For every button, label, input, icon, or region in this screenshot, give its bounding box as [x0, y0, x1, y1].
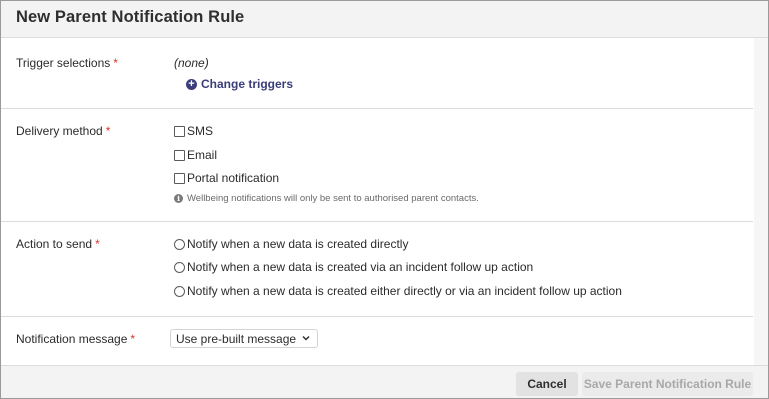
- required-mark: *: [95, 237, 100, 251]
- delivery-method-label: Delivery method *: [16, 124, 110, 138]
- required-mark: *: [113, 56, 118, 70]
- action-option-direct[interactable]: Notify when a new data is created direct…: [174, 237, 408, 251]
- delivery-option-sms[interactable]: SMS: [174, 124, 213, 138]
- action-incident-radio[interactable]: [174, 261, 185, 273]
- trigger-selections-label-text: Trigger selections: [16, 56, 111, 70]
- delivery-method-label-text: Delivery method: [16, 124, 103, 138]
- dialog-title: New Parent Notification Rule: [16, 8, 245, 26]
- delivery-info-text: Wellbeing notifications will only be sen…: [187, 193, 479, 204]
- action-option-either[interactable]: Notify when a new data is created either…: [174, 284, 622, 298]
- required-mark: *: [130, 332, 136, 346]
- portal-notification-checkbox-label: Portal notification: [187, 171, 280, 185]
- notification-rule-dialog: New Parent Notification Rule Trigger sel…: [0, 0, 769, 399]
- dialog-header: New Parent Notification Rule: [1, 1, 768, 38]
- delivery-option-portal[interactable]: Portal notification: [174, 171, 279, 185]
- action-direct-radio[interactable]: [174, 238, 185, 250]
- section-divider: [1, 316, 753, 317]
- sms-checkbox[interactable]: [174, 125, 185, 137]
- notification-message-select-value: Use pre-built message: [176, 332, 297, 346]
- action-to-send-label-text: Action to send: [16, 237, 93, 251]
- chevron-down-icon: [302, 336, 310, 341]
- notification-message-label-text: Notification message: [16, 332, 128, 346]
- required-mark: *: [105, 124, 111, 138]
- action-option-incident[interactable]: Notify when a new data is created via an…: [174, 260, 533, 274]
- action-incident-label: Notify when a new data is created via an…: [187, 260, 534, 274]
- section-divider: [1, 221, 753, 222]
- action-either-label: Notify when a new data is created either…: [187, 284, 622, 298]
- email-checkbox[interactable]: [174, 149, 185, 161]
- delivery-info-note: i Wellbeing notifications will only be s…: [174, 193, 479, 204]
- trigger-selections-value: (none): [174, 56, 209, 70]
- save-rule-button[interactable]: Save Parent Notification Rule: [582, 372, 753, 396]
- scrollbar-track[interactable]: [754, 38, 768, 365]
- action-either-radio[interactable]: [174, 285, 185, 297]
- change-triggers-label: Change triggers: [201, 77, 294, 91]
- delivery-option-email[interactable]: Email: [174, 148, 217, 162]
- action-to-send-label: Action to send *: [16, 237, 100, 251]
- notification-message-select[interactable]: Use pre-built message: [170, 329, 318, 348]
- trigger-selections-label: Trigger selections *: [16, 56, 118, 70]
- sms-checkbox-label: SMS: [187, 124, 214, 138]
- plus-circle-icon: +: [186, 78, 197, 90]
- portal-notification-checkbox[interactable]: [174, 172, 185, 184]
- cancel-button[interactable]: Cancel: [516, 372, 578, 396]
- email-checkbox-label: Email: [187, 148, 218, 162]
- section-divider: [1, 108, 753, 109]
- info-circle-icon: i: [174, 194, 183, 203]
- action-direct-label: Notify when a new data is created direct…: [187, 237, 409, 251]
- dialog-footer: Cancel Save Parent Notification Rule: [1, 365, 768, 398]
- change-triggers-link[interactable]: + Change triggers: [186, 77, 293, 91]
- notification-message-label: Notification message *: [16, 332, 135, 346]
